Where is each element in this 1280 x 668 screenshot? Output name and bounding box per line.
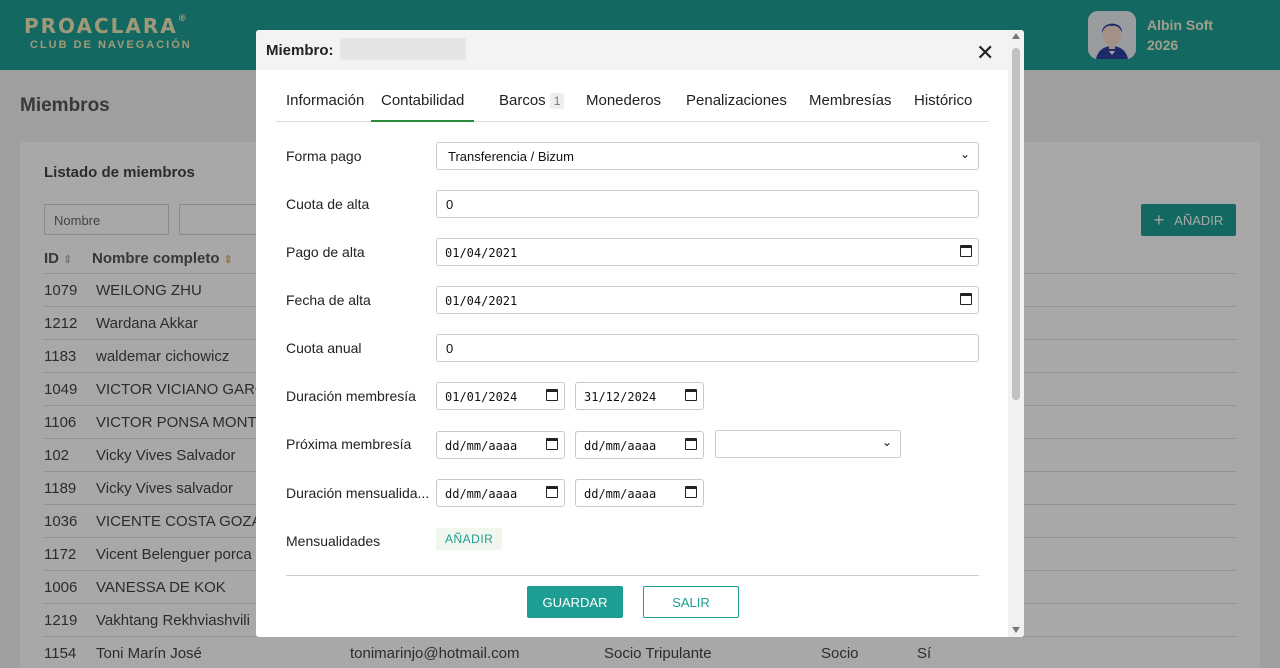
calendar-icon[interactable] bbox=[546, 389, 558, 401]
add-mensualidad-button[interactable]: AÑADIR bbox=[436, 528, 503, 550]
forma-pago-label: Forma pago bbox=[286, 148, 362, 164]
cuota-anual-input[interactable]: 0 bbox=[436, 334, 979, 362]
duracion-mensualidad-from[interactable]: dd/mm/aaaa bbox=[436, 479, 565, 507]
proxima-membresia-from-value: dd/mm/aaaa bbox=[445, 439, 518, 453]
tab-contabilidad[interactable]: Contabilidad bbox=[371, 92, 475, 122]
close-icon[interactable]: ✕ bbox=[976, 40, 994, 66]
tab-barcos-badge: 1 bbox=[549, 93, 565, 109]
mensualidades-label: Mensualidades bbox=[286, 533, 381, 549]
pago-alta-value: 01/04/2021 bbox=[445, 246, 518, 260]
member-name-redacted bbox=[339, 38, 466, 61]
tab-historico[interactable]: Histórico bbox=[914, 92, 972, 122]
divider bbox=[286, 575, 979, 576]
chevron-down-icon: ⌄ bbox=[959, 147, 970, 161]
chevron-down-icon: ⌄ bbox=[881, 435, 892, 449]
tab-barcos-label: Barcos bbox=[499, 92, 546, 109]
cuota-alta-label: Cuota de alta bbox=[286, 196, 370, 212]
calendar-icon[interactable] bbox=[685, 389, 697, 401]
proxima-membresia-label: Próxima membresía bbox=[286, 436, 412, 452]
calendar-icon[interactable] bbox=[960, 245, 972, 257]
modal-header: Miembro: ✕ bbox=[256, 30, 1008, 70]
fecha-alta-label: Fecha de alta bbox=[286, 292, 371, 308]
calendar-icon[interactable] bbox=[685, 438, 697, 450]
proxima-membresia-select[interactable]: ⌄ bbox=[715, 430, 901, 458]
scroll-up-icon[interactable] bbox=[1012, 33, 1020, 39]
member-modal: Miembro: ✕ Información Contabilidad Barc… bbox=[256, 30, 1024, 637]
tab-penalizaciones[interactable]: Penalizaciones bbox=[686, 92, 787, 122]
cuota-anual-label: Cuota anual bbox=[286, 340, 362, 356]
calendar-icon[interactable] bbox=[685, 486, 697, 498]
save-button[interactable]: GUARDAR bbox=[527, 586, 623, 618]
scroll-down-icon[interactable] bbox=[1012, 627, 1020, 633]
duracion-membresia-to-value: 31/12/2024 bbox=[584, 390, 657, 404]
duracion-mensualidad-label: Duración mensualida... bbox=[286, 485, 430, 501]
pago-alta-label: Pago de alta bbox=[286, 244, 365, 260]
proxima-membresia-to[interactable]: dd/mm/aaaa bbox=[575, 431, 704, 459]
forma-pago-value: Transferencia / Bizum bbox=[448, 149, 574, 164]
proxima-membresia-from[interactable]: dd/mm/aaaa bbox=[436, 431, 565, 459]
forma-pago-select[interactable]: Transferencia / Bizum ⌄ bbox=[436, 142, 979, 170]
modal-title: Miembro: bbox=[266, 42, 334, 59]
duracion-mensualidad-to[interactable]: dd/mm/aaaa bbox=[575, 479, 704, 507]
duracion-mensualidad-from-value: dd/mm/aaaa bbox=[445, 487, 518, 501]
duracion-mensualidad-to-value: dd/mm/aaaa bbox=[584, 487, 657, 501]
tab-membresias[interactable]: Membresías bbox=[809, 92, 892, 122]
fecha-alta-date[interactable]: 01/04/2021 bbox=[436, 286, 979, 314]
cuota-alta-input[interactable]: 0 bbox=[436, 190, 979, 218]
calendar-icon[interactable] bbox=[546, 486, 558, 498]
proxima-membresia-to-value: dd/mm/aaaa bbox=[584, 439, 657, 453]
tab-monederos[interactable]: Monederos bbox=[586, 92, 661, 122]
calendar-icon[interactable] bbox=[546, 438, 558, 450]
duracion-membresia-to[interactable]: 31/12/2024 bbox=[575, 382, 704, 410]
modal-scrollbar[interactable] bbox=[1008, 30, 1024, 637]
duracion-membresia-label: Duración membresía bbox=[286, 388, 416, 404]
tab-informacion[interactable]: Información bbox=[286, 92, 364, 122]
pago-alta-date[interactable]: 01/04/2021 bbox=[436, 238, 979, 266]
duracion-membresia-from-value: 01/01/2024 bbox=[445, 390, 518, 404]
modal-tabs: Información Contabilidad Barcos 1 Moneder… bbox=[276, 82, 989, 122]
tab-barcos[interactable]: Barcos 1 bbox=[499, 92, 565, 122]
scroll-thumb[interactable] bbox=[1012, 48, 1020, 400]
exit-button[interactable]: SALIR bbox=[643, 586, 739, 618]
calendar-icon[interactable] bbox=[960, 293, 972, 305]
duracion-membresia-from[interactable]: 01/01/2024 bbox=[436, 382, 565, 410]
fecha-alta-value: 01/04/2021 bbox=[445, 294, 518, 308]
